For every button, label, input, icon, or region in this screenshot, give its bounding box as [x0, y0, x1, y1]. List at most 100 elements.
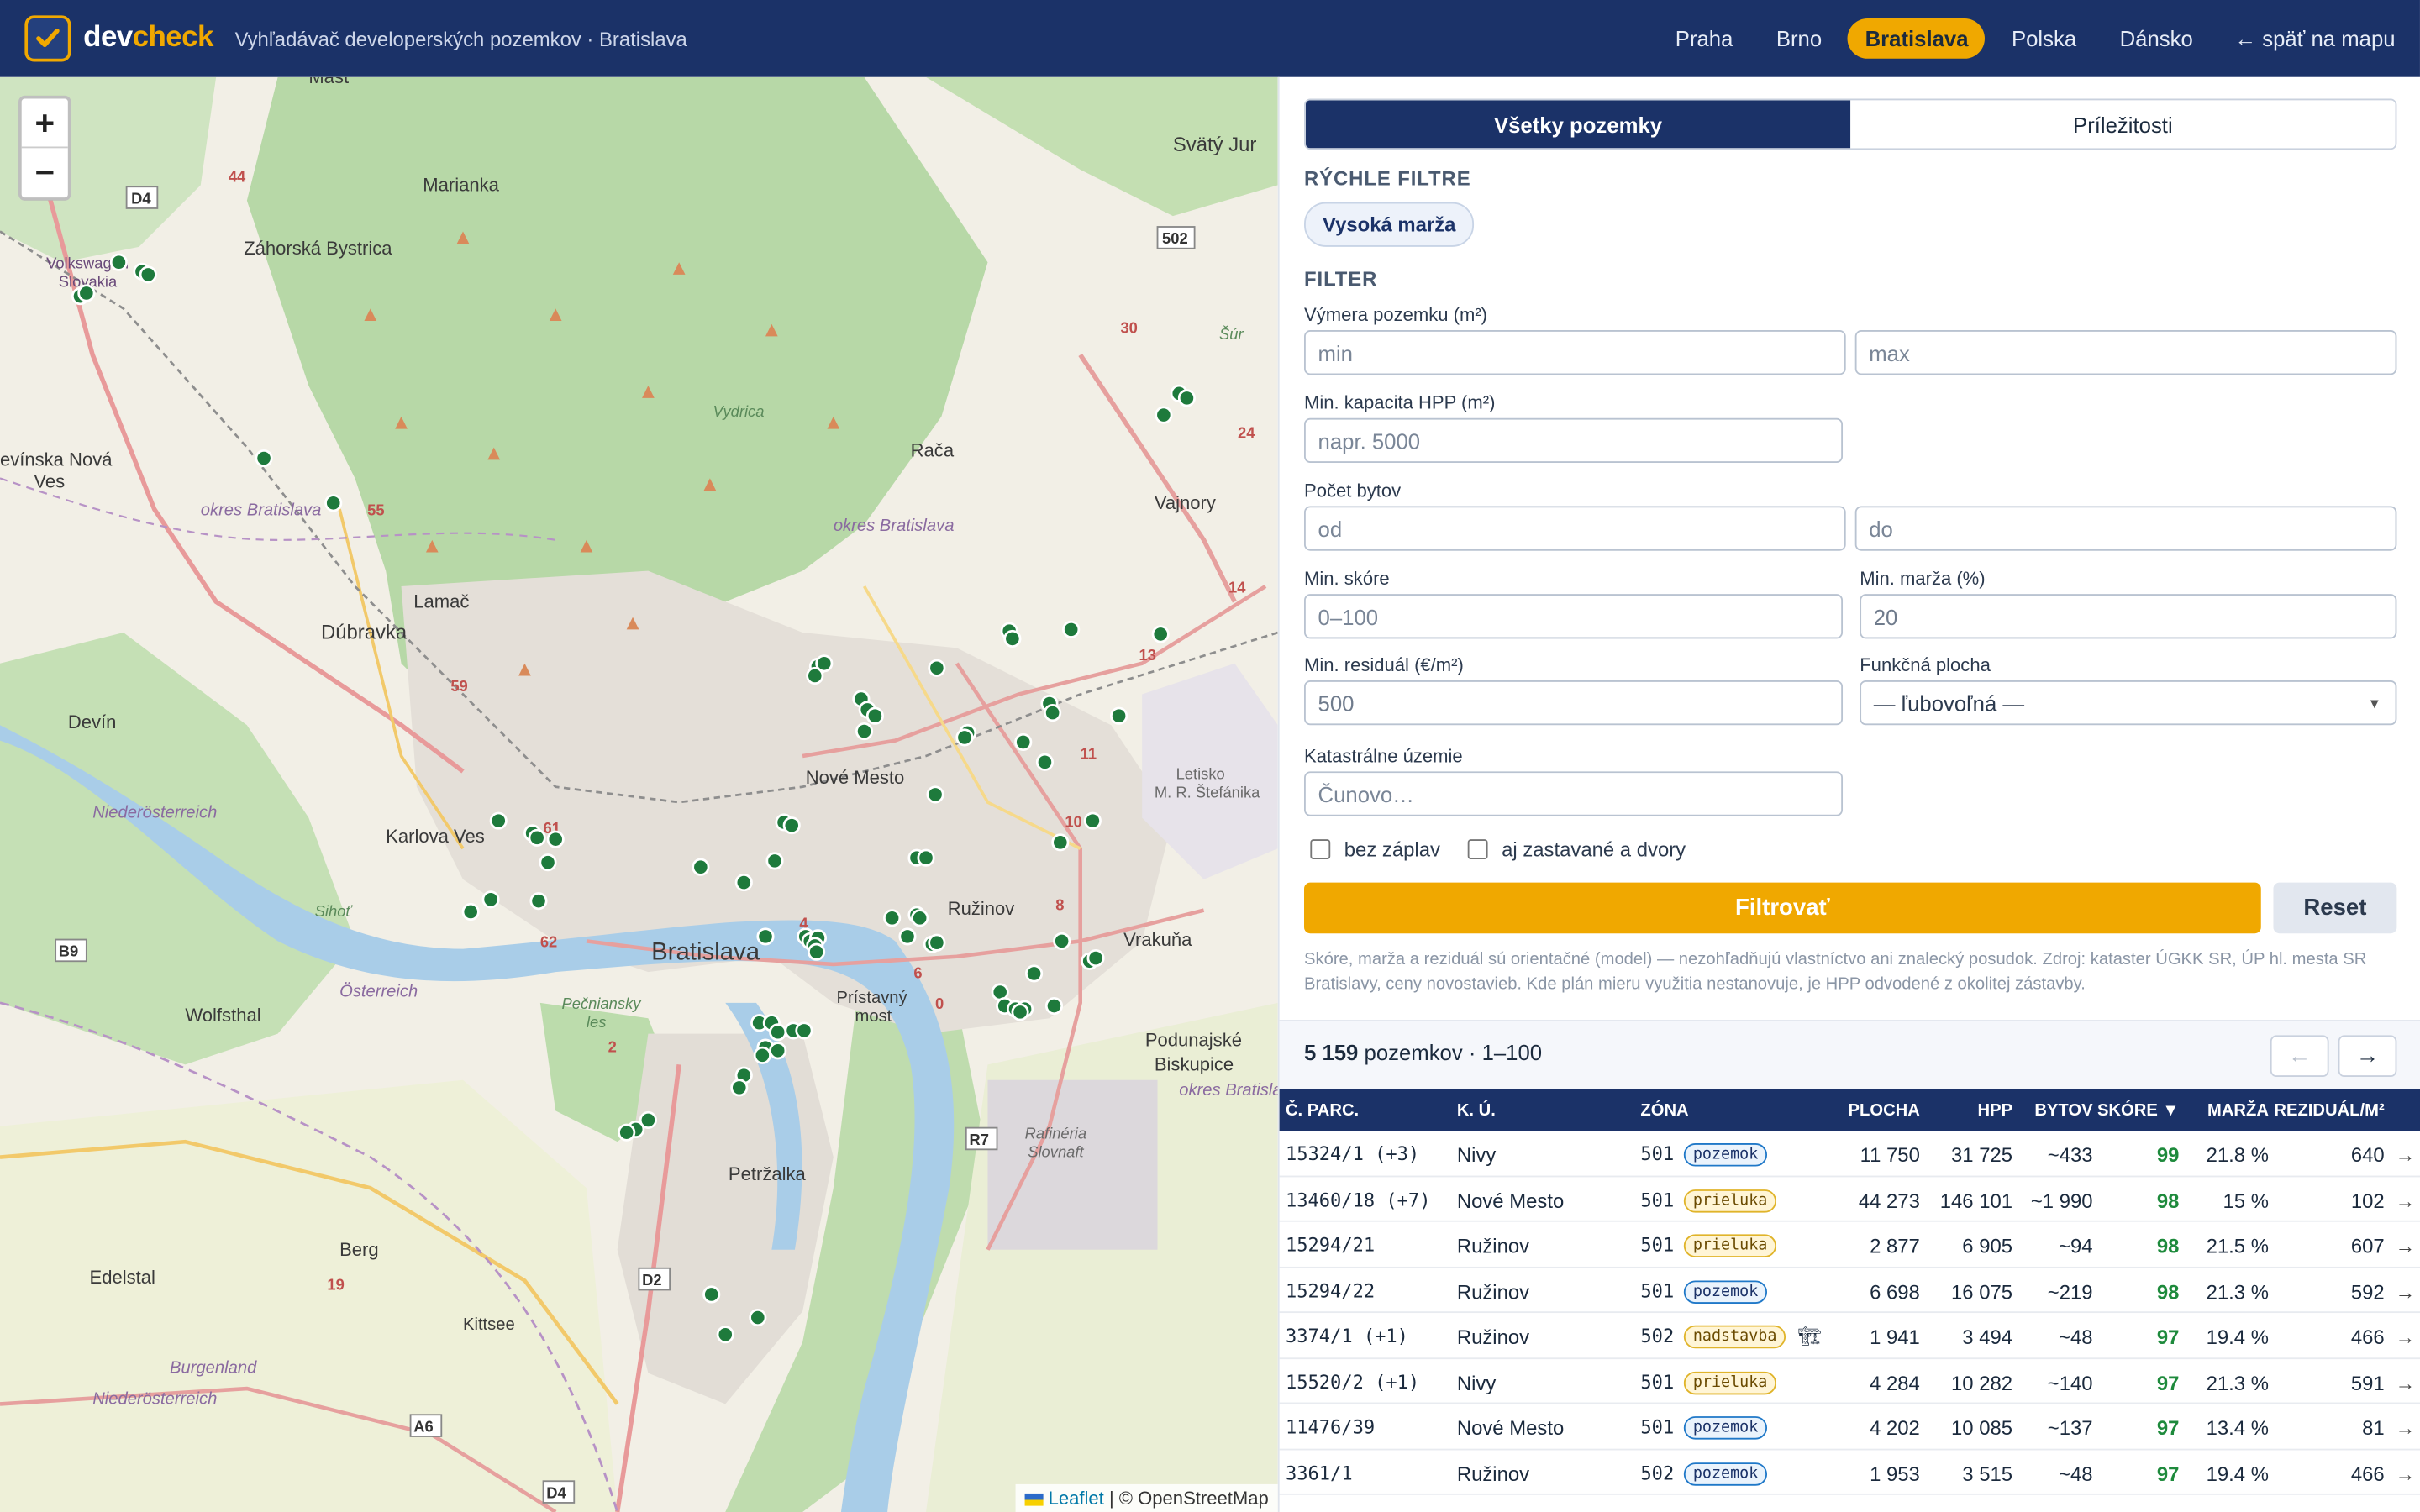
parcel-marker[interactable] — [529, 892, 548, 911]
nav-bratislava[interactable]: Bratislava — [1848, 18, 1986, 59]
parcel-marker[interactable] — [782, 816, 801, 835]
parcel-marker[interactable] — [109, 253, 128, 271]
table-row[interactable]: 15294/21 Ružinov 501 2 877 6 905 ~94 98 21.5 % 6… — [1279, 1222, 2420, 1268]
filter-button[interactable]: Filtrovať — [1304, 882, 2261, 934]
hpp-input[interactable]: napr. 5000 — [1304, 417, 1844, 464]
table-row[interactable]: 3361/1 Ružinov 502 1 953 3 515 ~48 97 19.4 % 466… — [1279, 1450, 2420, 1495]
checkbox-box[interactable] — [1310, 839, 1331, 860]
parcel-marker[interactable] — [917, 848, 935, 867]
zoom-in-button[interactable]: + — [21, 99, 68, 149]
parcel-marker[interactable] — [702, 1285, 721, 1304]
parcel-marker[interactable] — [546, 830, 565, 848]
parcel-marker[interactable] — [749, 1308, 767, 1327]
row-arrow-icon[interactable]: → — [2396, 1189, 2416, 1212]
parcel-marker[interactable] — [756, 927, 775, 946]
parcel-marker[interactable] — [1011, 1003, 1029, 1021]
prev-page-button[interactable]: ← — [2270, 1035, 2329, 1078]
table-row[interactable]: 15324/1 (+3) Nivy 501 11 750 31 725 ~433 99 21.… — [1279, 1131, 2420, 1177]
table-row[interactable]: 15520/2 (+1) Nivy 501 4 284 10 282 ~140 97 21.3… — [1279, 1358, 2420, 1404]
parcel-marker[interactable] — [1044, 703, 1062, 722]
reset-button[interactable]: Reset — [2273, 882, 2397, 934]
parcel-marker[interactable] — [461, 902, 480, 921]
parcel-marker[interactable] — [1053, 932, 1071, 950]
parcel-marker[interactable] — [324, 494, 343, 512]
col-score[interactable]: SKÓRE ▼ — [2097, 1101, 2179, 1120]
next-page-button[interactable]: → — [2338, 1035, 2397, 1078]
col-hpp[interactable]: HPP — [1978, 1101, 2013, 1120]
parcel-marker[interactable] — [955, 728, 974, 747]
map-view[interactable]: Mast Marianka Záhorská Bystrica Svätý Ju… — [0, 76, 1278, 1512]
parcel-marker[interactable] — [734, 874, 753, 892]
parcel-marker[interactable] — [1177, 389, 1196, 407]
parcel-marker[interactable] — [1051, 833, 1070, 852]
parcel-markers[interactable] — [0, 77, 1278, 1512]
apartments-from-input[interactable]: od — [1304, 506, 1846, 551]
col-apartments[interactable]: BYTOV — [2034, 1101, 2092, 1120]
parcel-marker[interactable] — [898, 927, 917, 946]
table-row[interactable]: 15294/22 Ružinov 501 6 698 16 075 ~219 98 21.3 … — [1279, 1268, 2420, 1314]
parcel-marker[interactable] — [795, 1021, 813, 1040]
area-min-input[interactable]: min — [1304, 330, 1846, 375]
parcel-marker[interactable] — [765, 852, 784, 870]
function-area-select[interactable]: — ľubovoľná — ▼ — [1860, 680, 2397, 726]
score-input[interactable]: 0–100 — [1304, 594, 1844, 639]
col-cadastral[interactable]: K. Ú. — [1457, 1101, 1496, 1120]
parcel-marker[interactable] — [1155, 406, 1173, 424]
row-arrow-icon[interactable]: → — [2396, 1280, 2416, 1304]
parcel-marker[interactable] — [855, 722, 874, 741]
parcel-marker[interactable] — [769, 1023, 787, 1042]
leaflet-link[interactable]: Leaflet — [1049, 1488, 1104, 1509]
row-arrow-icon[interactable]: → — [2396, 1326, 2416, 1349]
col-margin[interactable]: MARŽA — [2207, 1101, 2269, 1120]
no-floods-checkbox[interactable]: bez záplav — [1310, 837, 1440, 861]
parcel-marker[interactable] — [1035, 753, 1055, 771]
parcel-marker[interactable] — [539, 853, 557, 872]
col-residual[interactable]: REZIDUÁL/M² — [2274, 1101, 2384, 1120]
nav-praha[interactable]: Praha — [1659, 18, 1750, 59]
parcel-marker[interactable] — [528, 828, 546, 847]
row-arrow-icon[interactable]: → — [2396, 1462, 2416, 1485]
parcel-marker[interactable] — [883, 909, 902, 927]
logo-check-icon[interactable] — [24, 15, 71, 62]
parcel-marker[interactable] — [692, 858, 710, 876]
col-parcel[interactable]: Č. PARC. — [1286, 1101, 1359, 1120]
include-built-checkbox[interactable]: aj zastavané a dvory — [1467, 837, 1686, 861]
table-row[interactable]: 3374/1 (+1) Ružinov 502 1 941 3 494 ~48 97 19.4… — [1279, 1313, 2420, 1359]
back-to-map-link[interactable]: ← späť na mapu — [2228, 18, 2395, 59]
brand-logo[interactable]: devcheck — [83, 22, 213, 55]
parcel-marker[interactable] — [865, 706, 884, 725]
parcel-marker[interactable] — [769, 1042, 787, 1060]
parcel-marker[interactable] — [1083, 811, 1102, 830]
tab-all-parcels[interactable]: Všetky pozemky — [1305, 100, 1851, 149]
nav-dansko[interactable]: Dánsko — [2102, 18, 2210, 59]
col-zone[interactable]: ZÓNA — [1640, 1101, 1688, 1120]
parcel-marker[interactable] — [481, 890, 500, 909]
parcel-marker[interactable] — [618, 1123, 636, 1142]
parcel-marker[interactable] — [139, 265, 157, 284]
parcel-marker[interactable] — [255, 449, 273, 468]
parcel-marker[interactable] — [928, 933, 946, 952]
row-arrow-icon[interactable]: → — [2396, 1416, 2416, 1440]
table-row[interactable]: 13460/18 (+7) Nové Mesto 501 44 273 146 101 ~… — [1279, 1176, 2420, 1222]
parcel-marker[interactable] — [1044, 996, 1064, 1016]
parcel-marker[interactable] — [489, 811, 508, 830]
nav-brno[interactable]: Brno — [1760, 18, 1839, 59]
parcel-marker[interactable] — [1151, 625, 1170, 643]
apartments-to-input[interactable]: do — [1854, 506, 2397, 551]
cadastral-input[interactable]: Čunovo… — [1304, 771, 1844, 816]
parcel-marker[interactable] — [77, 284, 96, 302]
tab-opportunities[interactable]: Príležitosti — [1850, 100, 2396, 149]
area-max-input[interactable]: max — [1854, 330, 2397, 375]
parcel-marker[interactable] — [1003, 629, 1022, 648]
nav-polska[interactable]: Polska — [1995, 18, 2094, 59]
parcel-marker[interactable] — [753, 1046, 771, 1064]
quick-filter-high-margin[interactable]: Vysoká marža — [1304, 202, 1475, 247]
parcel-marker[interactable] — [808, 942, 826, 961]
parcel-marker[interactable] — [928, 659, 946, 677]
parcel-marker[interactable] — [1062, 620, 1081, 638]
row-arrow-icon[interactable]: → — [2396, 1234, 2416, 1257]
parcel-marker[interactable] — [815, 654, 834, 673]
parcel-marker[interactable] — [1110, 706, 1128, 725]
parcel-marker[interactable] — [926, 785, 944, 804]
residual-input[interactable]: 500 — [1304, 680, 1844, 726]
